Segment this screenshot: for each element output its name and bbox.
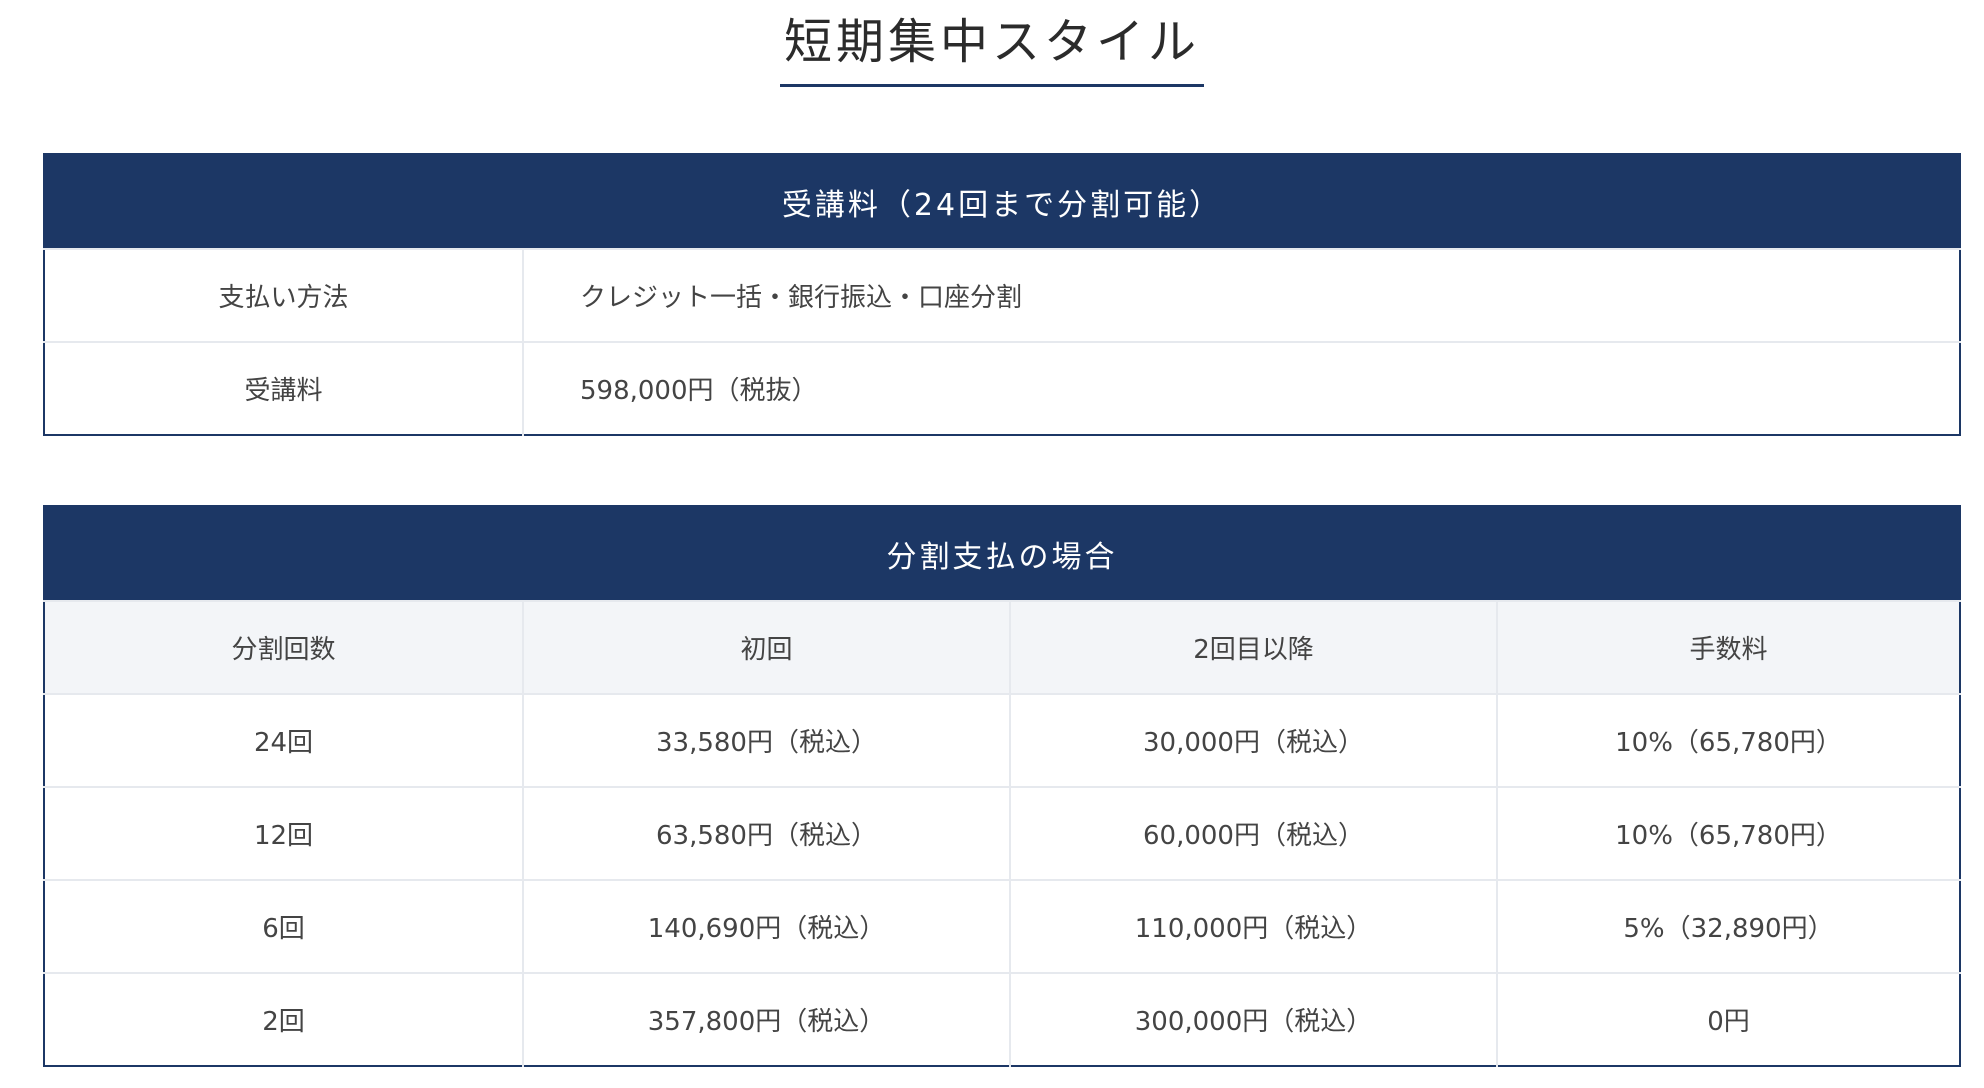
table-cell: 33,580円（税込） [522,693,1010,787]
table-cell: 63,580円（税込） [522,786,1010,880]
table-cell: 10%（65,780円） [1496,786,1960,880]
page-title-wrap: 短期集中スタイル [0,10,1984,87]
table-cell: 2回 [44,972,523,1066]
tuition-label: 受講料 [44,341,523,435]
column-header: 手数料 [1496,600,1960,694]
table-cell: 6回 [44,879,523,973]
table-row: 支払い方法 クレジット一括・銀行振込・口座分割 [44,248,1960,342]
table-cell: 5%（32,890円） [1496,879,1960,973]
table-cell: 140,690円（税込） [522,879,1010,973]
payment-method-value: クレジット一括・銀行振込・口座分割 [522,248,1960,342]
table-row: 24回 33,580円（税込） 30,000円（税込） 10%（65,780円） [44,693,1960,787]
table-row: 受講料 598,000円（税抜） [44,341,1960,435]
installment-table-header: 分割支払の場合 [44,506,1960,601]
column-header-row: 分割回数 初回 2回目以降 手数料 [44,600,1960,694]
table-row: 6回 140,690円（税込） 110,000円（税込） 5%（32,890円） [44,879,1960,973]
column-header: 2回目以降 [1009,600,1497,694]
table-cell: 0円 [1496,972,1960,1066]
fee-table-header: 受講料（24回まで分割可能） [44,154,1960,249]
column-header: 分割回数 [44,600,523,694]
table-cell: 110,000円（税込） [1009,879,1497,973]
table-cell: 24回 [44,693,523,787]
table-cell: 12回 [44,786,523,880]
table-cell: 10%（65,780円） [1496,693,1960,787]
page-title: 短期集中スタイル [779,10,1204,87]
table-cell: 30,000円（税込） [1009,693,1497,787]
table-cell: 300,000円（税込） [1009,972,1497,1066]
fee-table: 受講料（24回まで分割可能） 支払い方法 クレジット一括・銀行振込・口座分割 受… [43,153,1961,436]
table-row: 12回 63,580円（税込） 60,000円（税込） 10%（65,780円） [44,786,1960,880]
tuition-value: 598,000円（税抜） [522,341,1960,435]
column-header: 初回 [522,600,1010,694]
table-cell: 60,000円（税込） [1009,786,1497,880]
table-cell: 357,800円（税込） [522,972,1010,1066]
payment-method-label: 支払い方法 [44,248,523,342]
installment-table: 分割支払の場合 分割回数 初回 2回目以降 手数料 24回 33,580円（税込… [43,505,1961,1067]
table-row: 2回 357,800円（税込） 300,000円（税込） 0円 [44,972,1960,1066]
